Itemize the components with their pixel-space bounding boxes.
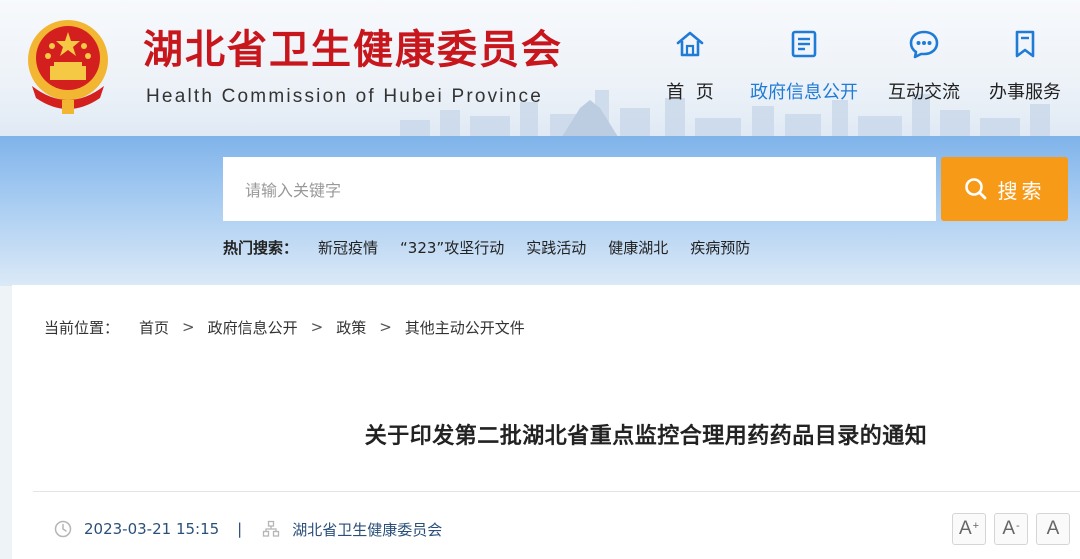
breadcrumb: 当前位置： 首页 > 政府信息公开 > 政策 > 其他主动公开文件 [44, 316, 525, 338]
article-title: 关于印发第二批湖北省重点监控合理用药药品目录的通知 [364, 424, 928, 449]
search-button-label: 搜索 [997, 178, 1046, 203]
nav-home[interactable]: 首 页 [630, 28, 750, 108]
font-increase-button[interactable]: A + [952, 513, 986, 545]
national-emblem-icon [28, 20, 108, 114]
font-decrease-button[interactable]: A- [994, 513, 1028, 545]
hot-search-label: 热门搜索： [223, 238, 299, 257]
font-reset-label: A [1046, 518, 1060, 539]
meta-separator: | [237, 520, 243, 538]
font-decrease-mark: - [1016, 520, 1020, 532]
breadcrumb-item-home[interactable]: 首页 [139, 317, 169, 338]
hot-search-link[interactable]: 疾病预防 [690, 237, 750, 258]
article-source: 湖北省卫生健康委员会 [292, 520, 443, 539]
search-input[interactable]: 请输入关键字 [223, 157, 936, 221]
nav-home-label: 首 页 [666, 82, 714, 103]
title-divider [33, 491, 1080, 492]
hot-search-link[interactable]: 健康湖北 [608, 237, 668, 258]
font-increase-label: A [958, 518, 972, 539]
search-button[interactable]: 搜索 [941, 157, 1068, 221]
breadcrumb-item-other-docs[interactable]: 其他主动公开文件 [405, 317, 525, 338]
search-icon [964, 178, 986, 200]
font-increase-mark: + [972, 520, 980, 532]
document-list-icon [791, 30, 817, 58]
chat-bubble-icon [909, 30, 939, 59]
breadcrumb-separator: > [379, 318, 392, 336]
site-header: 湖北省卫生健康委员会 Health Commission of Hubei Pr… [0, 0, 1080, 140]
breadcrumb-item-policy[interactable]: 政策 [336, 317, 366, 338]
breadcrumb-separator: > [182, 318, 195, 336]
site-subtitle: Health Commission of Hubei Province [146, 86, 543, 107]
search-placeholder: 请输入关键字 [245, 181, 342, 200]
breadcrumb-item-gov-info[interactable]: 政府信息公开 [208, 317, 298, 338]
hot-search-link[interactable]: 新冠疫情 [318, 237, 378, 258]
nav-gov-info-label: 政府信息公开 [750, 82, 858, 103]
nav-services-label: 办事服务 [989, 82, 1061, 103]
hot-search-bar: 热门搜索： 新冠疫情 “323”攻坚行动 实践活动 健康湖北 疾病预防 [223, 236, 772, 258]
article-meta: 2023-03-21 15:15 | 湖北省卫生健康委员会 [54, 517, 442, 541]
font-reset-button[interactable]: A [1036, 513, 1070, 545]
nav-services[interactable]: 办事服务 [965, 28, 1080, 108]
clock-icon [54, 520, 72, 538]
hot-search-link[interactable]: “323”攻坚行动 [400, 237, 504, 258]
breadcrumb-prefix: 当前位置： [44, 318, 120, 337]
article-date: 2023-03-21 15:15 [84, 520, 220, 538]
hot-search-link[interactable]: 实践活动 [526, 237, 586, 258]
bookmark-icon [1015, 30, 1035, 58]
organization-icon [263, 520, 280, 537]
breadcrumb-separator: > [310, 318, 324, 336]
site-title: 湖北省卫生健康委员会 [143, 26, 563, 73]
nav-gov-info[interactable]: 政府信息公开 [744, 28, 864, 108]
home-icon [676, 31, 704, 57]
font-decrease-label: A [1002, 518, 1015, 539]
